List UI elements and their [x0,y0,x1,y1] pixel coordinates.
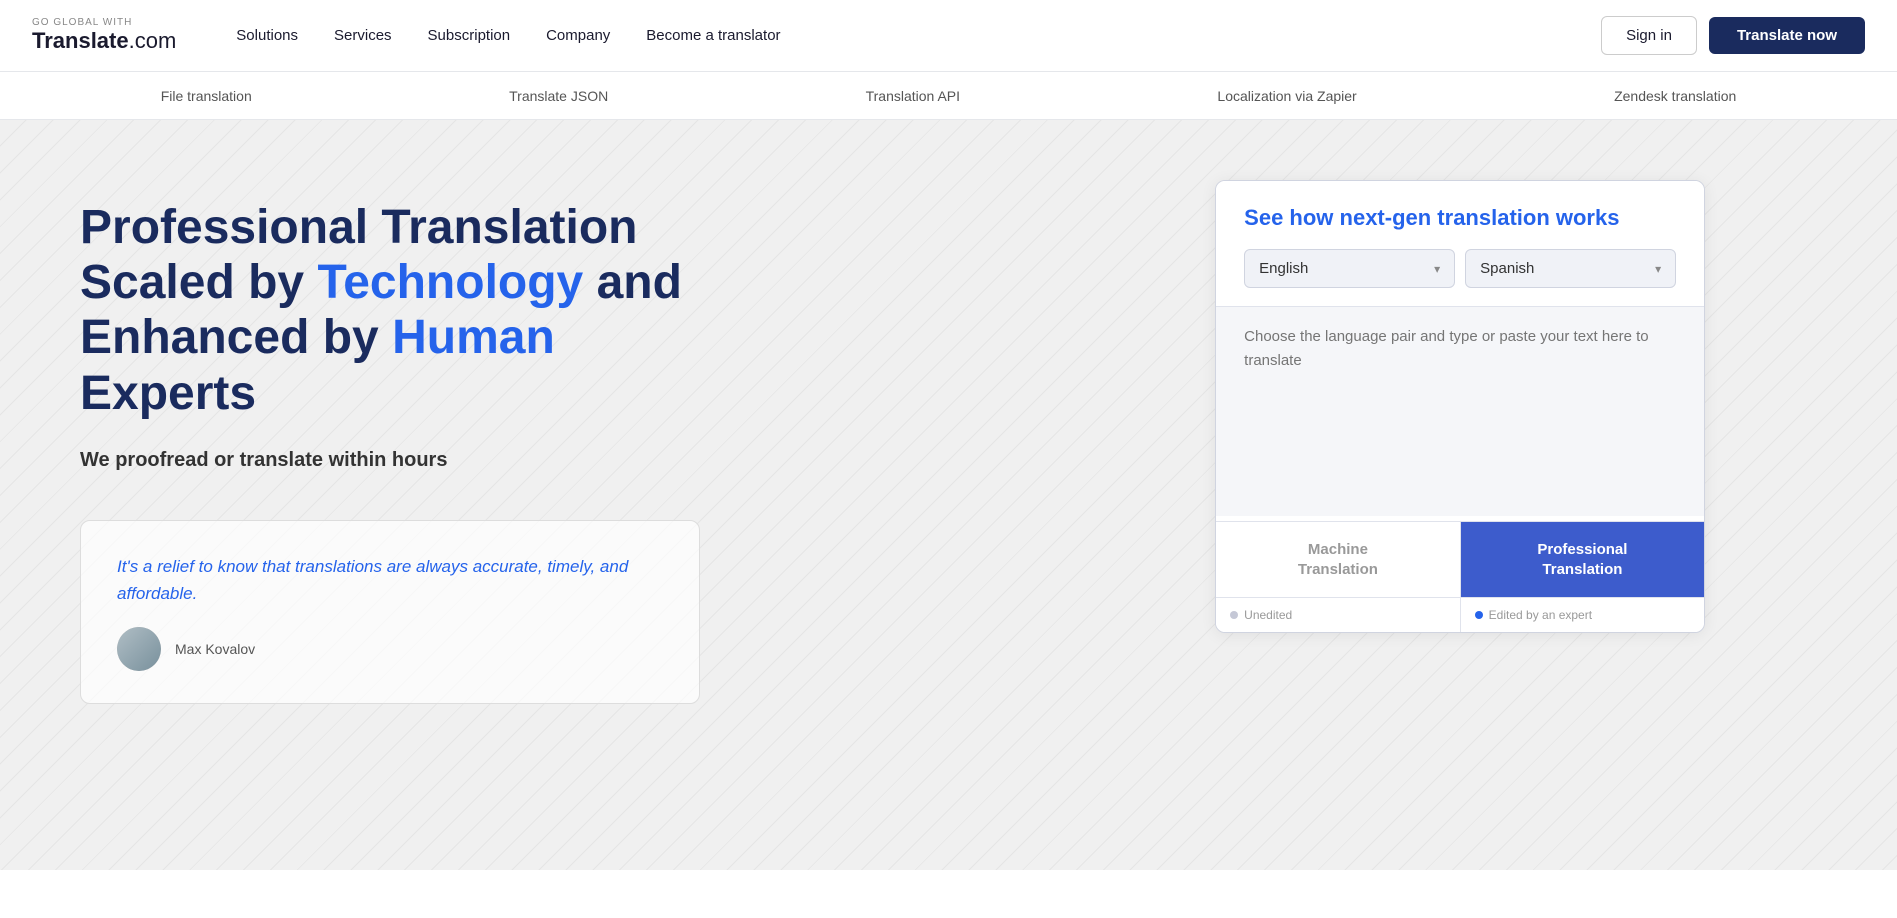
testimonial-text: It's a relief to know that translations … [117,553,663,607]
avatar-image [117,627,161,671]
lang-selectors: English ▾ Spanish ▾ [1244,249,1676,288]
nav-company[interactable]: Company [546,27,610,44]
signin-button[interactable]: Sign in [1601,16,1697,55]
unedited-label: Unedited [1244,608,1292,622]
footer-unedited: Unedited [1216,598,1461,632]
target-lang-label: Spanish [1480,260,1534,277]
subnav-translation-api[interactable]: Translation API [866,88,960,104]
hero-section: Professional Translation Scaled by Techn… [0,120,1897,870]
translation-textarea[interactable] [1216,306,1704,516]
hero-title-line3: Enhanced by Human [80,311,555,364]
translate-now-button[interactable]: Translate now [1709,17,1865,54]
hero-left: Professional Translation Scaled by Techn… [0,120,1043,870]
top-nav: GO GLOBAL WITH Translate.com Solutions S… [0,0,1897,72]
hero-subtitle: We proofread or translate within hours [80,449,983,472]
hero-title-line4: Experts [80,367,256,420]
subnav-localization-zapier[interactable]: Localization via Zapier [1217,88,1356,104]
widget-header: See how next-gen translation works Engli… [1216,181,1704,306]
widget-title: See how next-gen translation works [1244,205,1676,231]
hero-title: Professional Translation Scaled by Techn… [80,200,983,421]
avatar [117,627,161,671]
testimonial-author: Max Kovalov [117,627,663,671]
widget-footer: Unedited Edited by an expert [1216,597,1704,632]
translation-widget: See how next-gen translation works Engli… [1215,180,1705,633]
edited-dot [1475,611,1483,619]
hero-title-line1: Professional Translation [80,201,637,254]
author-name: Max Kovalov [175,641,255,657]
nav-become-translator[interactable]: Become a translator [646,27,780,44]
target-lang-chevron: ▾ [1655,262,1661,276]
logo-area: GO GLOBAL WITH Translate.com [32,17,176,54]
professional-translation-button[interactable]: Professional Translation [1461,522,1705,597]
source-lang-chevron: ▾ [1434,262,1440,276]
sub-nav: File translation Translate JSON Translat… [0,72,1897,120]
widget-actions: Machine Translation Professional Transla… [1216,521,1704,597]
subnav-zendesk[interactable]: Zendesk translation [1614,88,1736,104]
hero-right: See how next-gen translation works Engli… [1043,120,1897,870]
machine-translation-button[interactable]: Machine Translation [1216,522,1461,597]
source-lang-label: English [1259,260,1308,277]
logo-sub: GO GLOBAL WITH [32,17,176,28]
testimonial-card: It's a relief to know that translations … [80,520,700,704]
subnav-file-translation[interactable]: File translation [161,88,252,104]
source-language-select[interactable]: English ▾ [1244,249,1455,288]
nav-links: Solutions Services Subscription Company … [236,27,1601,44]
nav-subscription[interactable]: Subscription [428,27,511,44]
edited-label: Edited by an expert [1489,608,1592,622]
hero-title-line2: Scaled by Technology and [80,256,682,309]
nav-actions: Sign in Translate now [1601,16,1865,55]
footer-edited: Edited by an expert [1461,598,1705,632]
nav-solutions[interactable]: Solutions [236,27,298,44]
subnav-translate-json[interactable]: Translate JSON [509,88,608,104]
logo-main: Translate.com [32,28,176,54]
target-language-select[interactable]: Spanish ▾ [1465,249,1676,288]
nav-services[interactable]: Services [334,27,392,44]
unedited-dot [1230,611,1238,619]
